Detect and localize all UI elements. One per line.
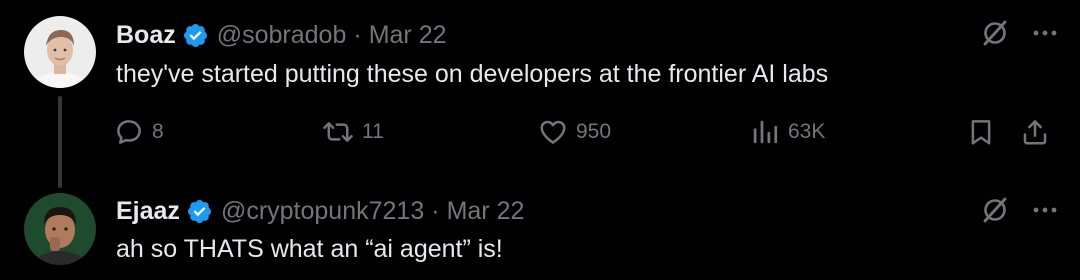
handle[interactable]: @cryptopunk7213 — [221, 197, 424, 226]
handle[interactable]: @sobradob — [217, 21, 347, 50]
grok-icon[interactable] — [980, 18, 1010, 48]
reply-button[interactable]: 8 — [114, 114, 164, 150]
display-name[interactable]: Boaz — [116, 21, 176, 50]
more-icon[interactable] — [1032, 197, 1058, 223]
retweet-button[interactable]: 11 — [322, 114, 384, 150]
like-button[interactable]: 950 — [538, 114, 611, 150]
reply-icon — [117, 120, 141, 144]
tweet-top-actions — [980, 18, 1058, 48]
like-count: 950 — [576, 120, 612, 143]
separator-dot: · — [353, 20, 362, 49]
tweet-1[interactable]: Boaz @sobradob · Mar 22 they've started — [0, 0, 1080, 188]
view-count: 63K — [788, 120, 826, 143]
separator-dot: · — [431, 196, 440, 225]
share-button[interactable] — [1020, 114, 1050, 150]
retweet-icon — [323, 122, 353, 142]
avatar[interactable] — [24, 16, 96, 88]
timestamp[interactable]: Mar 22 — [369, 21, 447, 50]
verified-badge-icon[interactable] — [182, 22, 209, 49]
timestamp[interactable]: Mar 22 — [447, 197, 525, 226]
verified-badge-icon[interactable] — [186, 198, 213, 225]
grok-icon[interactable] — [980, 195, 1010, 225]
more-icon[interactable] — [1032, 20, 1058, 46]
tweet-text: ah so THATS what an “ai agent” is! — [116, 235, 503, 263]
views-button[interactable]: 63K — [750, 114, 825, 150]
display-name[interactable]: Ejaaz — [116, 197, 180, 226]
retweet-count: 11 — [362, 120, 384, 143]
tweet-actions: 8 11 950 63K — [108, 114, 1058, 150]
tweet-top-actions — [980, 195, 1058, 225]
avatar[interactable] — [24, 193, 96, 265]
tweet-text: they've started putting these on develop… — [116, 60, 829, 88]
tweet-2[interactable]: Ejaaz @cryptopunk7213 · Mar 22 ah so THA — [0, 185, 1080, 280]
share-icon — [1023, 120, 1047, 145]
thread-line — [58, 96, 62, 188]
bookmark-icon — [971, 120, 991, 145]
bookmark-button[interactable] — [966, 114, 996, 150]
heart-icon — [540, 120, 566, 144]
tweet-header: Ejaaz @cryptopunk7213 · Mar 22 — [116, 193, 524, 229]
views-icon — [753, 120, 778, 144]
tweet-header: Boaz @sobradob · Mar 22 — [116, 17, 447, 53]
reply-count: 8 — [152, 120, 164, 143]
